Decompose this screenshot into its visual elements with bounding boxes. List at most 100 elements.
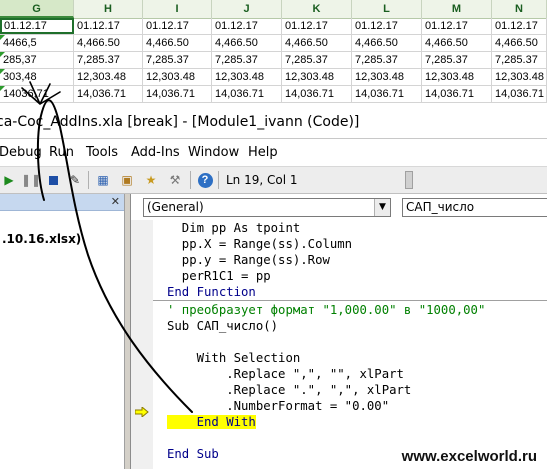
- table-cell[interactable]: 14036,71: [0, 86, 74, 102]
- table-cell[interactable]: 12,303.48: [282, 69, 352, 85]
- window-title: ca-Coс_AddIns.xla [break] - [Module1_iva…: [0, 114, 360, 130]
- toolbar-options-handle[interactable]: [405, 171, 413, 189]
- table-cell[interactable]: 303,48: [0, 69, 74, 85]
- table-cell[interactable]: 4,466.50: [74, 35, 143, 51]
- table-cell[interactable]: 7,285.37: [74, 52, 143, 68]
- table-cell[interactable]: 4,466.50: [143, 35, 212, 51]
- object-dropdown-value: (General): [147, 200, 204, 214]
- table-cell[interactable]: 14,036.71: [352, 86, 422, 102]
- table-cell[interactable]: 4,466.50: [422, 35, 492, 51]
- table-cell[interactable]: 01.12.17: [282, 18, 352, 34]
- table-cell[interactable]: 7,285.37: [492, 52, 547, 68]
- vba-editor-window: ca-Coс_AddIns.xla [break] - [Module1_iva…: [0, 106, 547, 469]
- table-cell[interactable]: 01.12.17: [143, 18, 212, 34]
- table-cell[interactable]: 01.12.17: [0, 18, 74, 34]
- reset-icon[interactable]: [44, 171, 62, 189]
- column-header-n[interactable]: N: [492, 0, 547, 18]
- table-cell[interactable]: 4,466.50: [282, 35, 352, 51]
- help-icon[interactable]: ?: [196, 171, 214, 189]
- excel-worksheet: G H I J K L M N 01.12.17 01.12.17 01.12.17…: [0, 0, 547, 106]
- code-line: perR1C1 = pp: [167, 268, 271, 284]
- table-row: 303,48 12,303.48 12,303.48 12,303.48 12,303.…: [0, 69, 547, 86]
- run-icon[interactable]: ▶: [0, 171, 18, 189]
- title-bar[interactable]: ca-Coс_AddIns.xla [break] - [Module1_iva…: [0, 106, 547, 139]
- menu-debug[interactable]: Debug: [0, 145, 42, 160]
- column-header-k[interactable]: K: [282, 0, 352, 18]
- toolbar-separator: [88, 171, 89, 189]
- procedure-dropdown[interactable]: САП_число: [402, 198, 547, 217]
- column-header-i[interactable]: I: [143, 0, 212, 18]
- chevron-down-icon[interactable]: ▼: [374, 199, 390, 216]
- table-cell[interactable]: 14,036.71: [74, 86, 143, 102]
- table-row: 285,37 7,285.37 7,285.37 7,285.37 7,285.37 7,…: [0, 52, 547, 69]
- object-dropdown[interactable]: (General) ▼: [143, 198, 391, 217]
- table-cell[interactable]: 14,036.71: [492, 86, 547, 102]
- code-text: With Selection: [167, 351, 301, 365]
- column-headers: G H I J K L M N: [0, 0, 547, 19]
- menu-add-ins[interactable]: Add-Ins: [131, 145, 180, 160]
- code-text: pp.X = Range(ss).Column: [167, 237, 353, 251]
- table-cell[interactable]: 7,285.37: [143, 52, 212, 68]
- table-cell[interactable]: 7,285.37: [422, 52, 492, 68]
- code-line: .Replace ".", ",", xlPart: [167, 382, 411, 398]
- table-cell[interactable]: 14,036.71: [143, 86, 212, 102]
- table-cell[interactable]: 7,285.37: [282, 52, 352, 68]
- code-text: pp.y = Range(ss).Row: [167, 253, 330, 267]
- menu-help[interactable]: Help: [248, 145, 278, 160]
- column-header-g[interactable]: G: [0, 0, 74, 18]
- project-explorer-icon[interactable]: ▦: [94, 171, 112, 189]
- table-cell[interactable]: 14,036.71: [282, 86, 352, 102]
- menu-tools[interactable]: Tools: [86, 145, 118, 160]
- menu-run[interactable]: Run: [49, 145, 74, 160]
- table-cell[interactable]: 12,303.48: [143, 69, 212, 85]
- table-cell[interactable]: 4,466.50: [352, 35, 422, 51]
- pause-icon[interactable]: ❚❚: [21, 171, 41, 189]
- close-icon[interactable]: ✕: [111, 195, 120, 208]
- table-cell[interactable]: 12,303.48: [212, 69, 282, 85]
- code-text: Dim pp As tpoint: [167, 221, 301, 235]
- procedure-dropdown-value: САП_число: [406, 200, 475, 214]
- code-text: .Replace ",", "", xlPart: [167, 367, 404, 381]
- code-text: End With: [167, 415, 256, 429]
- column-header-h[interactable]: H: [74, 0, 143, 18]
- code-editor[interactable]: Dim pp As tpoint pp.X = Range(ss).Column…: [153, 220, 547, 469]
- table-cell[interactable]: 01.12.17: [492, 18, 547, 34]
- table-cell[interactable]: 12,303.48: [422, 69, 492, 85]
- table-cell[interactable]: 285,37: [0, 52, 74, 68]
- toolbar-separator: [190, 171, 191, 189]
- table-cell[interactable]: 7,285.37: [212, 52, 282, 68]
- column-header-l[interactable]: L: [352, 0, 422, 18]
- properties-window-icon[interactable]: ▣: [118, 171, 136, 189]
- code-line: Dim pp As tpoint: [167, 220, 300, 236]
- table-cell[interactable]: 14,036.71: [212, 86, 282, 102]
- object-browser-icon[interactable]: ★: [142, 171, 160, 189]
- code-line: .NumberFormat = "0.00": [167, 398, 389, 414]
- toolbox-icon[interactable]: ⚒: [166, 171, 184, 189]
- table-cell[interactable]: 12,303.48: [74, 69, 143, 85]
- margin-indicator-bar[interactable]: [131, 220, 154, 469]
- site-watermark: www.excelworld.ru: [401, 448, 537, 465]
- table-cell[interactable]: 01.12.17: [212, 18, 282, 34]
- code-line: End Sub: [167, 446, 219, 462]
- table-row: 4466,5 4,466.50 4,466.50 4,466.50 4,466.50 4,…: [0, 35, 547, 52]
- table-cell[interactable]: 01.12.17: [352, 18, 422, 34]
- table-cell[interactable]: 4466,5: [0, 35, 74, 51]
- project-explorer-pane[interactable]: ✕ .10.16.xlsx): [0, 194, 125, 469]
- table-cell[interactable]: 01.12.17: [422, 18, 492, 34]
- code-line: With Selection: [167, 350, 301, 366]
- table-cell[interactable]: 4,466.50: [212, 35, 282, 51]
- code-text: perR1C1 = pp: [167, 269, 271, 283]
- column-header-m[interactable]: M: [422, 0, 492, 18]
- table-cell[interactable]: 01.12.17: [74, 18, 143, 34]
- table-cell[interactable]: 14,036.71: [422, 86, 492, 102]
- toolbar-separator: [218, 171, 219, 189]
- table-cell[interactable]: 12,303.48: [492, 69, 547, 85]
- table-cell[interactable]: 4,466.50: [492, 35, 547, 51]
- table-cell[interactable]: 7,285.37: [352, 52, 422, 68]
- column-header-j[interactable]: J: [212, 0, 282, 18]
- table-row: 01.12.17 01.12.17 01.12.17 01.12.17 01.12.17…: [0, 18, 547, 35]
- design-mode-icon[interactable]: ✎: [66, 171, 84, 189]
- table-cell[interactable]: 12,303.48: [352, 69, 422, 85]
- project-node-label[interactable]: .10.16.xlsx): [2, 232, 81, 246]
- menu-window[interactable]: Window: [188, 145, 239, 160]
